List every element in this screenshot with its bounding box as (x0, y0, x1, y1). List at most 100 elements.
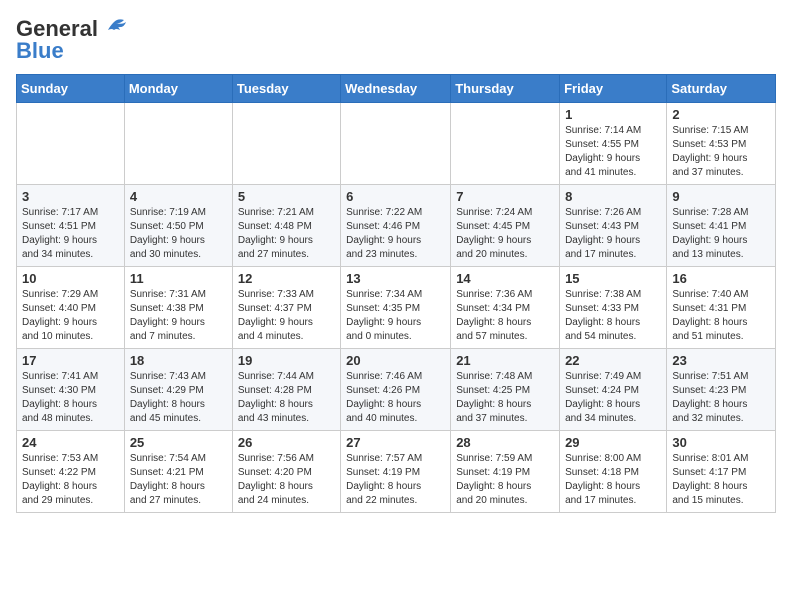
calendar-cell: 19 Sunrise: 7:44 AM Sunset: 4:28 PM Dayli… (232, 349, 340, 431)
day-number: 11 (130, 271, 227, 286)
day-number: 5 (238, 189, 335, 204)
calendar-cell: 30 Sunrise: 8:01 AM Sunset: 4:17 PM Dayli… (667, 431, 776, 513)
day-number: 30 (672, 435, 770, 450)
day-info: Sunrise: 7:57 AM Sunset: 4:19 PM Dayligh… (346, 452, 445, 508)
day-info: Sunrise: 7:21 AM Sunset: 4:48 PM Dayligh… (238, 206, 335, 262)
calendar-cell: 29 Sunrise: 8:00 AM Sunset: 4:18 PM Dayli… (560, 431, 667, 513)
day-info: Sunrise: 7:43 AM Sunset: 4:29 PM Dayligh… (130, 370, 227, 426)
logo: General Blue (16, 16, 128, 64)
weekday-header-friday: Friday (560, 75, 667, 103)
logo-bird-icon (100, 18, 128, 40)
calendar-cell (17, 103, 125, 185)
day-number: 4 (130, 189, 227, 204)
day-number: 13 (346, 271, 445, 286)
calendar-cell: 11 Sunrise: 7:31 AM Sunset: 4:38 PM Dayli… (124, 267, 232, 349)
calendar-cell: 1 Sunrise: 7:14 AM Sunset: 4:55 PM Daylig… (560, 103, 667, 185)
day-info: Sunrise: 7:28 AM Sunset: 4:41 PM Dayligh… (672, 206, 770, 262)
calendar-cell: 20 Sunrise: 7:46 AM Sunset: 4:26 PM Dayli… (341, 349, 451, 431)
calendar-cell: 13 Sunrise: 7:34 AM Sunset: 4:35 PM Dayli… (341, 267, 451, 349)
calendar-cell (451, 103, 560, 185)
day-info: Sunrise: 7:54 AM Sunset: 4:21 PM Dayligh… (130, 452, 227, 508)
day-info: Sunrise: 7:15 AM Sunset: 4:53 PM Dayligh… (672, 124, 770, 180)
logo-blue-text: Blue (16, 38, 64, 64)
weekday-header-thursday: Thursday (451, 75, 560, 103)
calendar-cell: 24 Sunrise: 7:53 AM Sunset: 4:22 PM Dayli… (17, 431, 125, 513)
day-number: 27 (346, 435, 445, 450)
calendar-cell: 17 Sunrise: 7:41 AM Sunset: 4:30 PM Dayli… (17, 349, 125, 431)
day-info: Sunrise: 8:00 AM Sunset: 4:18 PM Dayligh… (565, 452, 661, 508)
day-info: Sunrise: 7:31 AM Sunset: 4:38 PM Dayligh… (130, 288, 227, 344)
calendar-cell: 6Sunrise: 7:22 AM Sunset: 4:46 PM Daylig… (341, 185, 451, 267)
day-number: 17 (22, 353, 119, 368)
day-info: Sunrise: 7:24 AM Sunset: 4:45 PM Dayligh… (456, 206, 554, 262)
day-number: 29 (565, 435, 661, 450)
calendar-cell (124, 103, 232, 185)
calendar-cell (232, 103, 340, 185)
calendar-cell: 3Sunrise: 7:17 AM Sunset: 4:51 PM Daylig… (17, 185, 125, 267)
day-info: Sunrise: 7:49 AM Sunset: 4:24 PM Dayligh… (565, 370, 661, 426)
day-info: Sunrise: 8:01 AM Sunset: 4:17 PM Dayligh… (672, 452, 770, 508)
weekday-header-saturday: Saturday (667, 75, 776, 103)
calendar-week-row: 10Sunrise: 7:29 AM Sunset: 4:40 PM Dayli… (17, 267, 776, 349)
calendar-cell: 10Sunrise: 7:29 AM Sunset: 4:40 PM Dayli… (17, 267, 125, 349)
page-header: General Blue (16, 16, 776, 64)
day-number: 28 (456, 435, 554, 450)
day-number: 24 (22, 435, 119, 450)
weekday-header-monday: Monday (124, 75, 232, 103)
calendar-body: 1 Sunrise: 7:14 AM Sunset: 4:55 PM Daylig… (17, 103, 776, 513)
day-info: Sunrise: 7:34 AM Sunset: 4:35 PM Dayligh… (346, 288, 445, 344)
calendar-cell: 16 Sunrise: 7:40 AM Sunset: 4:31 PM Dayli… (667, 267, 776, 349)
day-info: Sunrise: 7:40 AM Sunset: 4:31 PM Dayligh… (672, 288, 770, 344)
weekday-header-row: SundayMondayTuesdayWednesdayThursdayFrid… (17, 75, 776, 103)
calendar-week-row: 24 Sunrise: 7:53 AM Sunset: 4:22 PM Dayli… (17, 431, 776, 513)
calendar-cell (341, 103, 451, 185)
day-number: 14 (456, 271, 554, 286)
calendar-cell: 28 Sunrise: 7:59 AM Sunset: 4:19 PM Dayli… (451, 431, 560, 513)
calendar-cell: 4 Sunrise: 7:19 AM Sunset: 4:50 PM Daylig… (124, 185, 232, 267)
day-number: 20 (346, 353, 445, 368)
day-number: 8 (565, 189, 661, 204)
calendar-cell: 7 Sunrise: 7:24 AM Sunset: 4:45 PM Daylig… (451, 185, 560, 267)
day-info: Sunrise: 7:36 AM Sunset: 4:34 PM Dayligh… (456, 288, 554, 344)
calendar-week-row: 17 Sunrise: 7:41 AM Sunset: 4:30 PM Dayli… (17, 349, 776, 431)
day-number: 12 (238, 271, 335, 286)
calendar-cell: 2 Sunrise: 7:15 AM Sunset: 4:53 PM Daylig… (667, 103, 776, 185)
day-number: 9 (672, 189, 770, 204)
day-info: Sunrise: 7:46 AM Sunset: 4:26 PM Dayligh… (346, 370, 445, 426)
day-info: Sunrise: 7:14 AM Sunset: 4:55 PM Dayligh… (565, 124, 661, 180)
calendar-cell: 25 Sunrise: 7:54 AM Sunset: 4:21 PM Dayli… (124, 431, 232, 513)
day-number: 25 (130, 435, 227, 450)
calendar-table: SundayMondayTuesdayWednesdayThursdayFrid… (16, 74, 776, 513)
day-number: 21 (456, 353, 554, 368)
weekday-header-tuesday: Tuesday (232, 75, 340, 103)
day-info: Sunrise: 7:59 AM Sunset: 4:19 PM Dayligh… (456, 452, 554, 508)
day-info: Sunrise: 7:53 AM Sunset: 4:22 PM Dayligh… (22, 452, 119, 508)
day-info: Sunrise: 7:26 AM Sunset: 4:43 PM Dayligh… (565, 206, 661, 262)
day-info: Sunrise: 7:48 AM Sunset: 4:25 PM Dayligh… (456, 370, 554, 426)
calendar-cell: 18 Sunrise: 7:43 AM Sunset: 4:29 PM Dayli… (124, 349, 232, 431)
calendar-cell: 21 Sunrise: 7:48 AM Sunset: 4:25 PM Dayli… (451, 349, 560, 431)
day-info: Sunrise: 7:19 AM Sunset: 4:50 PM Dayligh… (130, 206, 227, 262)
calendar-cell: 8 Sunrise: 7:26 AM Sunset: 4:43 PM Daylig… (560, 185, 667, 267)
day-number: 22 (565, 353, 661, 368)
day-info: Sunrise: 7:44 AM Sunset: 4:28 PM Dayligh… (238, 370, 335, 426)
day-number: 19 (238, 353, 335, 368)
calendar-cell: 14 Sunrise: 7:36 AM Sunset: 4:34 PM Dayli… (451, 267, 560, 349)
weekday-header-wednesday: Wednesday (341, 75, 451, 103)
day-info: Sunrise: 7:41 AM Sunset: 4:30 PM Dayligh… (22, 370, 119, 426)
calendar-week-row: 1 Sunrise: 7:14 AM Sunset: 4:55 PM Daylig… (17, 103, 776, 185)
calendar-week-row: 3Sunrise: 7:17 AM Sunset: 4:51 PM Daylig… (17, 185, 776, 267)
day-info: Sunrise: 7:38 AM Sunset: 4:33 PM Dayligh… (565, 288, 661, 344)
day-number: 1 (565, 107, 661, 122)
day-info: Sunrise: 7:33 AM Sunset: 4:37 PM Dayligh… (238, 288, 335, 344)
day-number: 23 (672, 353, 770, 368)
day-number: 2 (672, 107, 770, 122)
calendar-cell: 15Sunrise: 7:38 AM Sunset: 4:33 PM Dayli… (560, 267, 667, 349)
day-number: 7 (456, 189, 554, 204)
calendar-header: SundayMondayTuesdayWednesdayThursdayFrid… (17, 75, 776, 103)
day-info: Sunrise: 7:22 AM Sunset: 4:46 PM Dayligh… (346, 206, 445, 262)
day-number: 16 (672, 271, 770, 286)
day-number: 18 (130, 353, 227, 368)
calendar-cell: 22 Sunrise: 7:49 AM Sunset: 4:24 PM Dayli… (560, 349, 667, 431)
day-info: Sunrise: 7:56 AM Sunset: 4:20 PM Dayligh… (238, 452, 335, 508)
